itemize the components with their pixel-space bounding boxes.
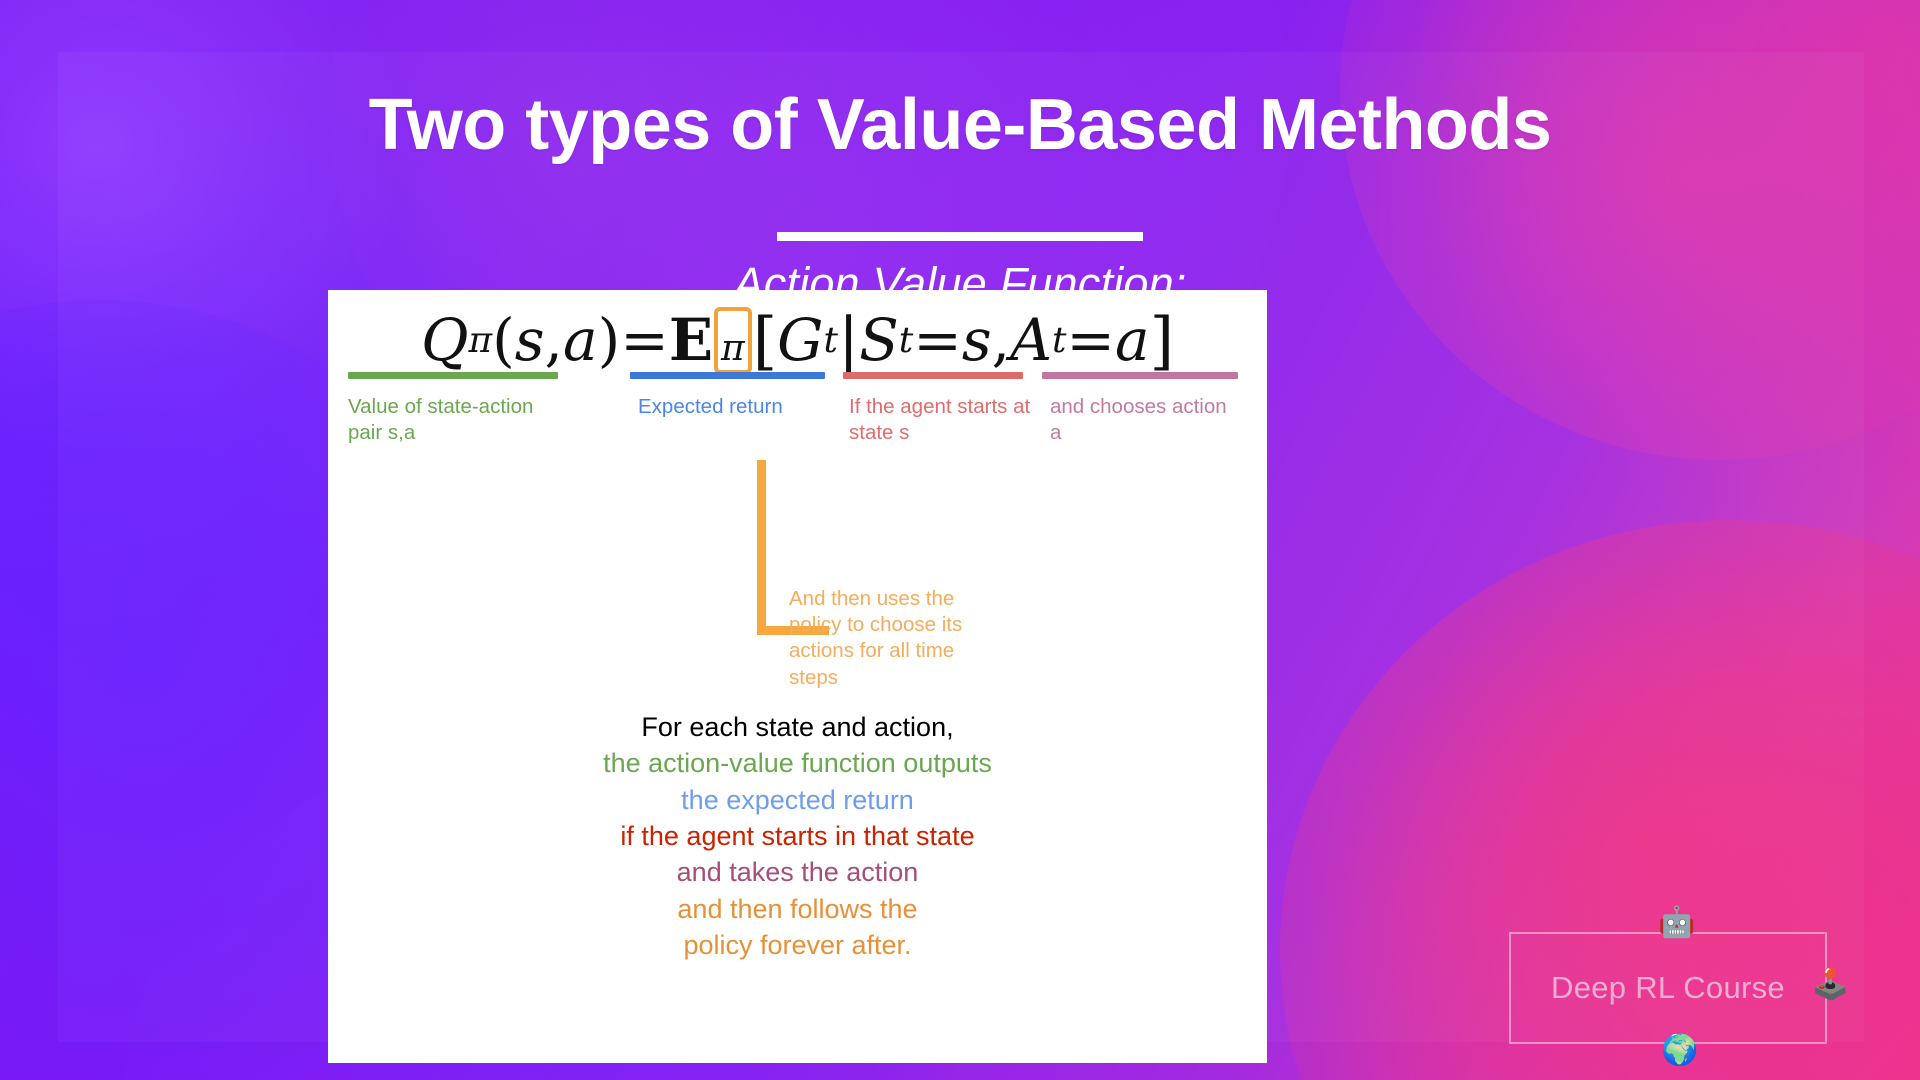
formula-token-equals: = (620, 306, 669, 374)
annotation-bar-value (348, 372, 558, 379)
joystick-icon: 🕹️ (1811, 968, 1849, 1001)
formula-token-comma2: , (991, 306, 1011, 374)
robot-icon: 🤖 (1658, 906, 1696, 939)
annotation-bars (328, 372, 1267, 380)
formula-token-open-paren: ( (492, 306, 515, 374)
annotation-label-state: If the agent starts at state s (849, 395, 1031, 445)
formula-token-s-small: s (961, 306, 992, 374)
formula-token-expectation: E (668, 306, 714, 374)
formula-token-eq2: = (913, 306, 962, 374)
explanation-line-7: policy forever after. (683, 929, 912, 960)
background-blob-c (1340, 0, 1920, 460)
slide-root: Two types of Value-Based Methods Action … (0, 0, 1920, 1080)
explanation-line-6: and then follows the (677, 893, 918, 924)
formula-token-bracket-open: [ (752, 303, 778, 377)
explanation-line-3: the expected return (681, 784, 914, 815)
watermark-label: Deep RL Course (1551, 970, 1785, 1005)
formula-token-pi-sub: π (468, 319, 493, 361)
formula-token-comma: , (544, 306, 563, 374)
explanation-line-1: For each state and action, (641, 712, 954, 742)
formula-token-bracket-close: ] (1149, 303, 1175, 377)
formula-token-a-small: a (1115, 306, 1150, 374)
annotation-bar-state (843, 372, 1023, 379)
title-divider (777, 232, 1143, 241)
watermark: Deep RL Course 🤖 🌍 🕹️ (1509, 908, 1849, 1066)
explanation-line-4: if the agent starts in that state (620, 820, 975, 851)
annotation-label-value: Value of state-action pair s,a (348, 395, 534, 445)
content-card: Qπ(s, a) = Eπ[Gt | St = s, At = a] Value o… (328, 290, 1267, 1063)
formula-token-pipe: | (837, 303, 860, 377)
formula-token-a-cap: A (1010, 306, 1052, 374)
globe-icon: 🌍 (1661, 1034, 1699, 1067)
policy-subscript-highlight-box: π (714, 306, 752, 374)
explanation-line-2: the action-value function outputs (603, 748, 992, 779)
annotation-bar-expected-return (630, 372, 825, 379)
formula-token-t1: t (823, 319, 838, 361)
explanation-line-5: and takes the action (676, 857, 919, 888)
formula-token-pi-boxed: π (721, 327, 745, 369)
annotation-label-expected-return: Expected return (638, 395, 783, 418)
formula-token-g: G (777, 306, 824, 374)
policy-note-text: And then uses the policy to choose its a… (789, 587, 963, 689)
action-value-formula: Qπ(s, a) = Eπ[Gt | St = s, At = a] (336, 300, 1259, 380)
formula-token-close-paren: ) (597, 306, 621, 374)
annotation-bar-action (1042, 372, 1238, 379)
explanation-block: For each state and action, the action-va… (328, 709, 1267, 963)
page-title: Two types of Value-Based Methods (368, 85, 1552, 165)
formula-token-t2: t (898, 319, 914, 361)
formula-token-t3: t (1051, 319, 1067, 361)
formula-token-a: a (562, 306, 598, 374)
formula-token-eq3: = (1066, 306, 1116, 374)
policy-connector-vertical (757, 460, 766, 635)
annotation-label-action: and chooses action a (1050, 395, 1227, 445)
formula-token-s: s (514, 306, 545, 374)
formula-token-s-cap: S (859, 306, 899, 374)
formula-token-q: Q (420, 306, 469, 374)
